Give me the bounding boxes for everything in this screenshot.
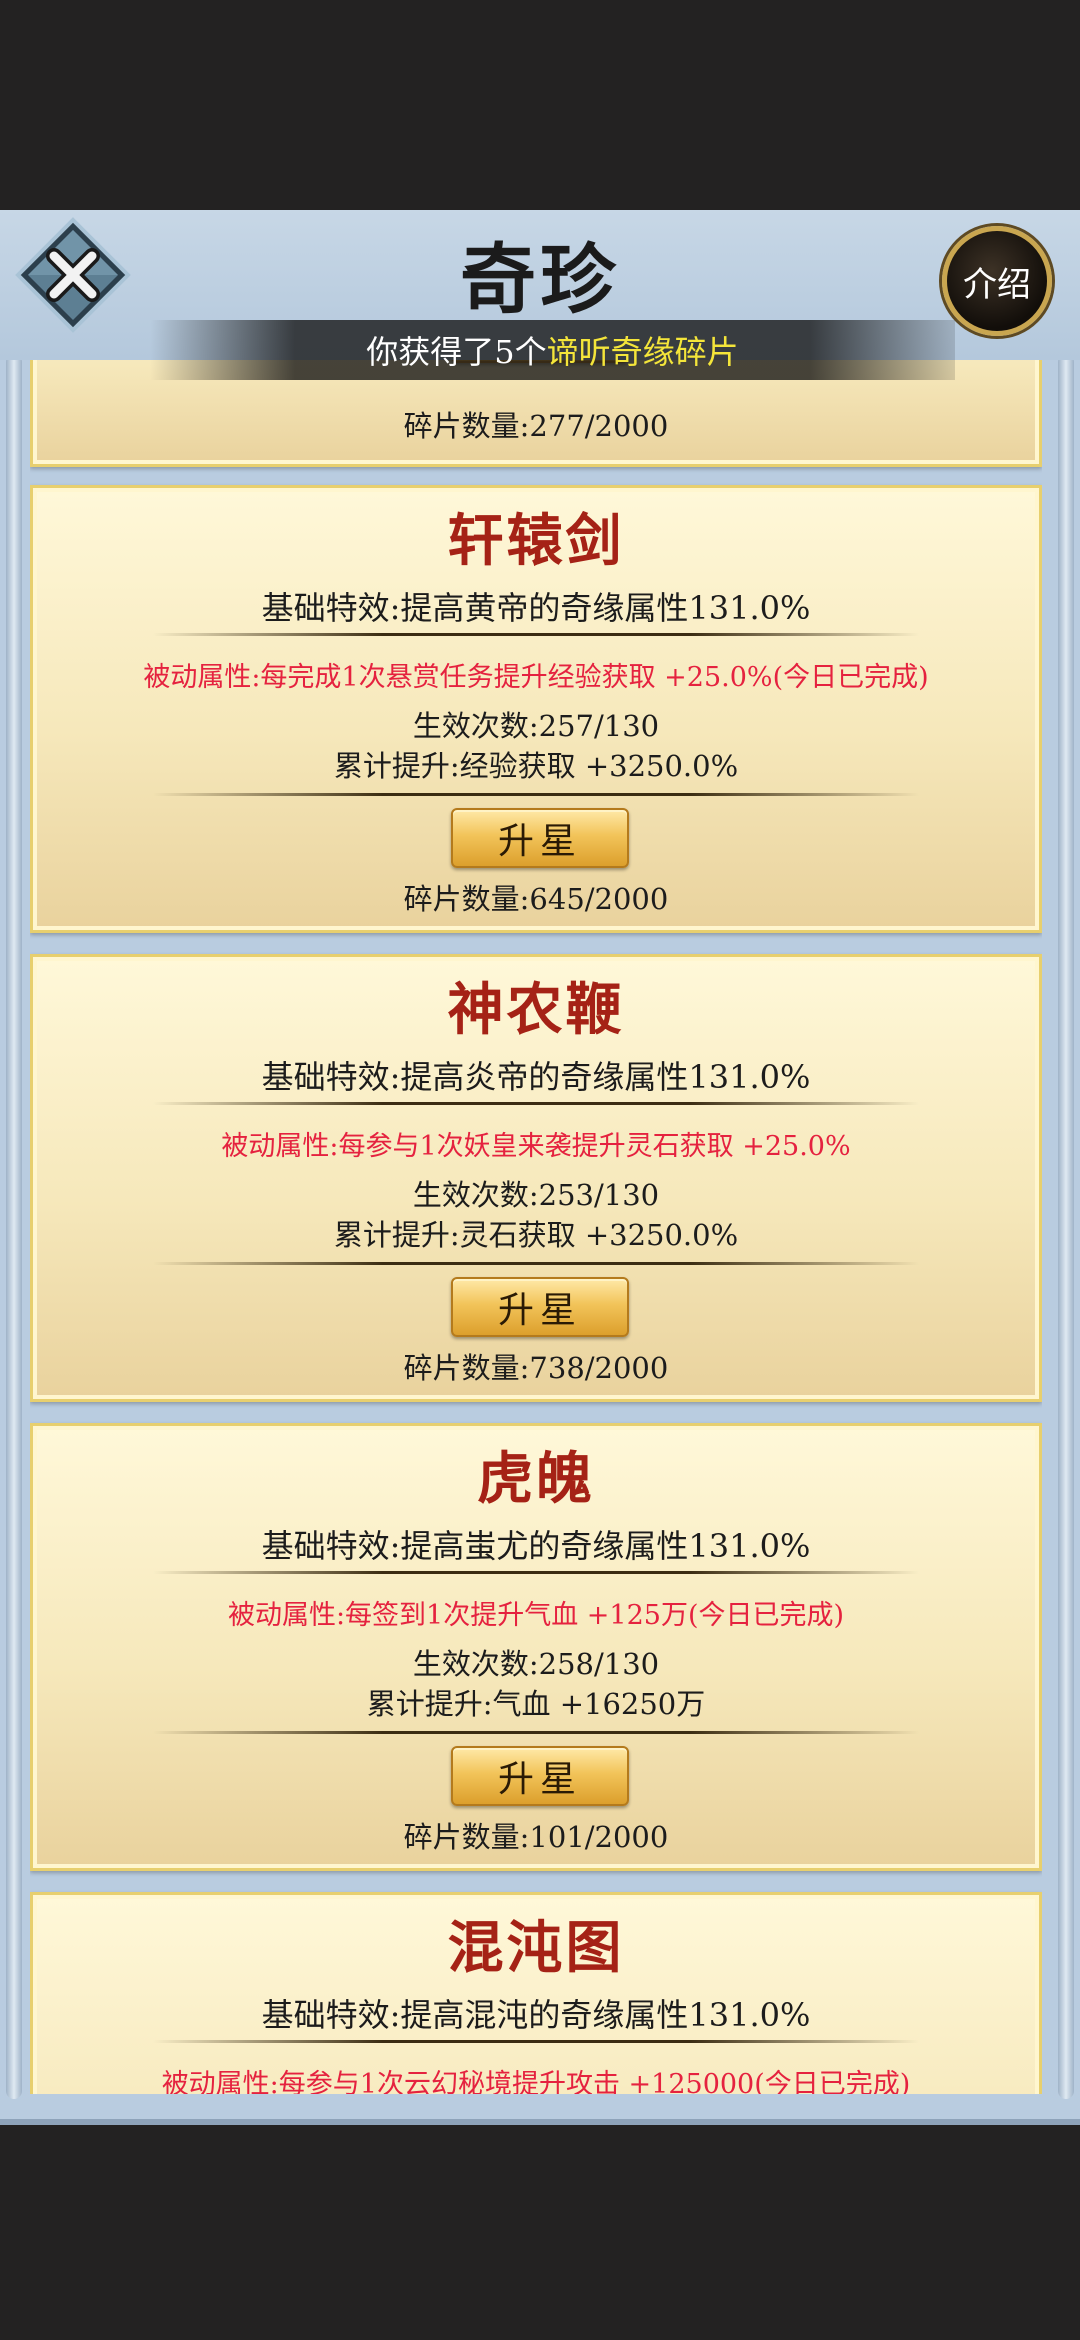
toast-text: 你获得了5个	[366, 333, 547, 371]
treasure-list[interactable]: 升星 碎片数量:277/2000 轩辕剑 基础特效:提高黄帝的奇缘属性131.0…	[30, 360, 1042, 2094]
fragment-count: 碎片数量:277/2000	[403, 409, 669, 443]
base-effect: 基础特效:提高黄帝的奇缘属性131.0%	[261, 589, 811, 627]
base-effect: 基础特效:提高炎帝的奇缘属性131.0%	[261, 1058, 811, 1096]
divider	[153, 1731, 919, 1734]
fragment-count: 碎片数量:738/2000	[403, 1351, 669, 1385]
accumulated-bonus: 累计提升:灵石获取 +3250.0%	[333, 1218, 739, 1252]
effect-count: 生效次数:253/130	[412, 1178, 660, 1212]
upgrade-star-button[interactable]: 升星	[451, 1277, 629, 1337]
close-button[interactable]	[14, 216, 132, 334]
page-title: 奇珍	[460, 235, 620, 324]
effect-count: 生效次数:257/130	[412, 709, 660, 743]
accumulated-bonus: 累计提升:气血 +16250万	[366, 1687, 706, 1721]
treasure-name: 混沌图	[447, 1915, 625, 1981]
panel-left-rail	[6, 354, 22, 2099]
passive-effect: 被动属性:每签到1次提升气血 +125万(今日已完成)	[227, 1600, 845, 1631]
treasure-name: 虎魄	[477, 1446, 595, 1512]
intro-button[interactable]: 介绍	[942, 226, 1052, 336]
upgrade-star-button[interactable]: 升星	[451, 1746, 629, 1806]
treasure-name: 神农鞭	[447, 977, 625, 1043]
reward-toast: 你获得了5个 谛听奇缘碎片	[150, 320, 955, 380]
divider	[153, 793, 919, 796]
divider	[153, 1262, 919, 1265]
panel-right-rail	[1058, 354, 1074, 2099]
accumulated-bonus: 累计提升:经验获取 +3250.0%	[333, 749, 739, 783]
base-effect: 基础特效:提高混沌的奇缘属性131.0%	[261, 1996, 811, 2034]
fragment-count: 碎片数量:645/2000	[403, 882, 669, 916]
divider	[153, 1571, 919, 1574]
treasure-card: 虎魄 基础特效:提高蚩尤的奇缘属性131.0% 被动属性:每签到1次提升气血 +…	[30, 1423, 1042, 1871]
divider	[153, 633, 919, 636]
close-icon	[15, 217, 131, 333]
upgrade-star-button[interactable]: 升星	[451, 808, 629, 868]
toast-highlight: 谛听奇缘碎片	[546, 333, 739, 371]
divider	[153, 2040, 919, 2043]
divider	[153, 1102, 919, 1105]
treasure-name: 轩辕剑	[447, 508, 625, 574]
treasure-card: 轩辕剑 基础特效:提高黄帝的奇缘属性131.0% 被动属性:每完成1次悬赏任务提…	[30, 485, 1042, 933]
treasure-card: 神农鞭 基础特效:提高炎帝的奇缘属性131.0% 被动属性:每参与1次妖皇来袭提…	[30, 954, 1042, 1402]
passive-effect: 被动属性:每参与1次云幻秘境提升攻击 +125000(今日已完成)	[161, 2069, 911, 2094]
treasure-card: 混沌图 基础特效:提高混沌的奇缘属性131.0% 被动属性:每参与1次云幻秘境提…	[30, 1892, 1042, 2094]
fragment-count: 碎片数量:101/2000	[403, 1820, 669, 1854]
effect-count: 生效次数:258/130	[412, 1647, 660, 1681]
base-effect: 基础特效:提高蚩尤的奇缘属性131.0%	[261, 1527, 811, 1565]
passive-effect: 被动属性:每参与1次妖皇来袭提升灵石获取 +25.0%	[221, 1131, 851, 1162]
passive-effect: 被动属性:每完成1次悬赏任务提升经验获取 +25.0%(今日已完成)	[143, 662, 929, 693]
